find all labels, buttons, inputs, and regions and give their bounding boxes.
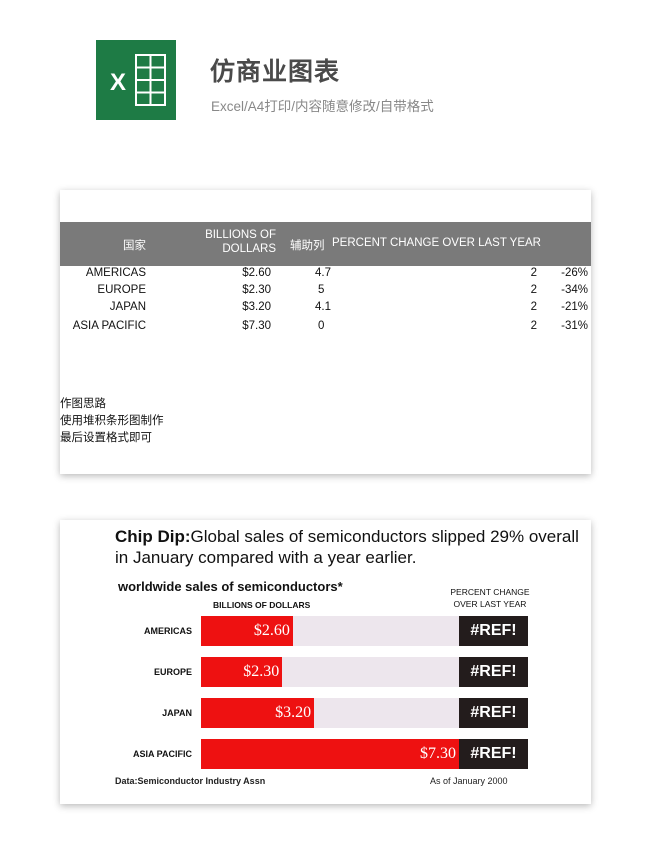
table-row: JAPAN $3.20 4.1 2 -21% [60, 301, 591, 319]
bar[interactable]: $2.30 [201, 657, 283, 687]
cell-dollars: $3.20 [242, 301, 271, 313]
cell-change: -26% [561, 267, 588, 279]
table-header: 国家 BILLIONS OF DOLLARS 辅助列 PERCENT CHANG… [60, 222, 591, 266]
chart-source: Data:Semiconductor Industry Assn [115, 776, 266, 786]
note-line: 作图思路 [60, 398, 106, 410]
table-row: AMERICAS $2.60 4.7 2 -26% [60, 267, 591, 285]
note-line: 最后设置格式即可 [60, 432, 152, 444]
category-label: JAPAN [162, 708, 192, 718]
col-country: 国家 [123, 240, 146, 252]
pct-change-cell: #REF! [459, 657, 528, 687]
table-row: EUROPE $2.30 5 2 -34% [60, 284, 591, 302]
category-label: ASIA PACIFIC [132, 749, 192, 759]
cell-change: -31% [561, 320, 588, 332]
bar[interactable]: $2.60 [201, 616, 293, 646]
page-subtitle: Excel/A4打印/内容随意修改/自带格式 [211, 99, 434, 114]
cell-aux: 0 [318, 320, 325, 332]
cell-country: EUROPE [97, 284, 146, 296]
cell-change: -21% [561, 301, 588, 313]
data-sheet: 国家 BILLIONS OF DOLLARS 辅助列 PERCENT CHANG… [60, 190, 591, 474]
cell-change: -34% [561, 284, 588, 296]
bar-track: $7.30 [201, 739, 459, 769]
chart-title-bold: Chip Dip: [115, 527, 191, 546]
col-dollars: BILLIONS OF DOLLARS [205, 229, 276, 255]
cell-aux: 4.1 [315, 301, 331, 313]
category-label: EUROPE [153, 667, 192, 677]
pct-header-line1: PERCENT CHANGE [450, 587, 530, 597]
bar-value-label: $2.30 [243, 663, 280, 680]
bar[interactable]: $3.20 [201, 698, 315, 728]
cell-pct: 2 [530, 284, 537, 296]
excel-logo-icon: X [96, 40, 176, 120]
chart-title: Chip Dip:Global sales of semiconductors … [115, 526, 585, 568]
pct-header-line2: OVER LAST YEAR [453, 599, 527, 609]
bar-value-label: $7.30 [420, 745, 456, 762]
cell-aux: 5 [318, 284, 325, 296]
bar-track: $2.60 [201, 616, 459, 646]
page-title: 仿商业图表 [210, 58, 341, 86]
cell-dollars: $2.60 [242, 267, 271, 279]
cell-dollars: $2.30 [242, 284, 271, 296]
bar-value-label: $2.60 [253, 622, 290, 639]
logo-letter: X [110, 69, 126, 96]
pct-change-cell: #REF! [459, 698, 528, 728]
bar-track: $2.30 [201, 657, 459, 687]
pct-change-cell: #REF! [459, 739, 528, 769]
bar-track: $3.20 [201, 698, 459, 728]
business-chart[interactable]: Chip Dip:Global sales of semiconductors … [60, 520, 591, 804]
chart-date-note: As of January 2000 [430, 776, 508, 786]
cell-pct: 2 [530, 267, 537, 279]
pct-column-header: PERCENT CHANGE OVER LAST YEAR [440, 586, 540, 610]
cell-country: AMERICAS [85, 267, 146, 279]
chart-subtitle: worldwide sales of semiconductors* [118, 579, 343, 594]
col-aux: 辅助列 [290, 240, 325, 252]
col-dollars-line1: BILLIONS OF [205, 229, 276, 241]
bar[interactable]: $7.30 [201, 739, 459, 769]
table-row: ASIA PACIFIC $7.30 0 2 -31% [60, 320, 591, 338]
cell-pct: 2 [530, 320, 537, 332]
cell-dollars: $7.30 [242, 320, 271, 332]
value-axis-label: BILLIONS OF DOLLARS [213, 600, 311, 610]
category-label: AMERICAS [143, 626, 192, 636]
cell-country: JAPAN [109, 301, 146, 313]
pct-change-cell: #REF! [459, 616, 528, 646]
cell-pct: 2 [530, 301, 537, 313]
note-line: 使用堆积条形图制作 [60, 415, 164, 427]
bar-value-label: $3.20 [275, 704, 312, 721]
col-dollars-line2: DOLLARS [222, 243, 276, 255]
cell-country: ASIA PACIFIC [72, 320, 146, 332]
cell-aux: 4.7 [315, 267, 331, 279]
col-pct: PERCENT CHANGE OVER LAST YEAR [332, 237, 541, 249]
